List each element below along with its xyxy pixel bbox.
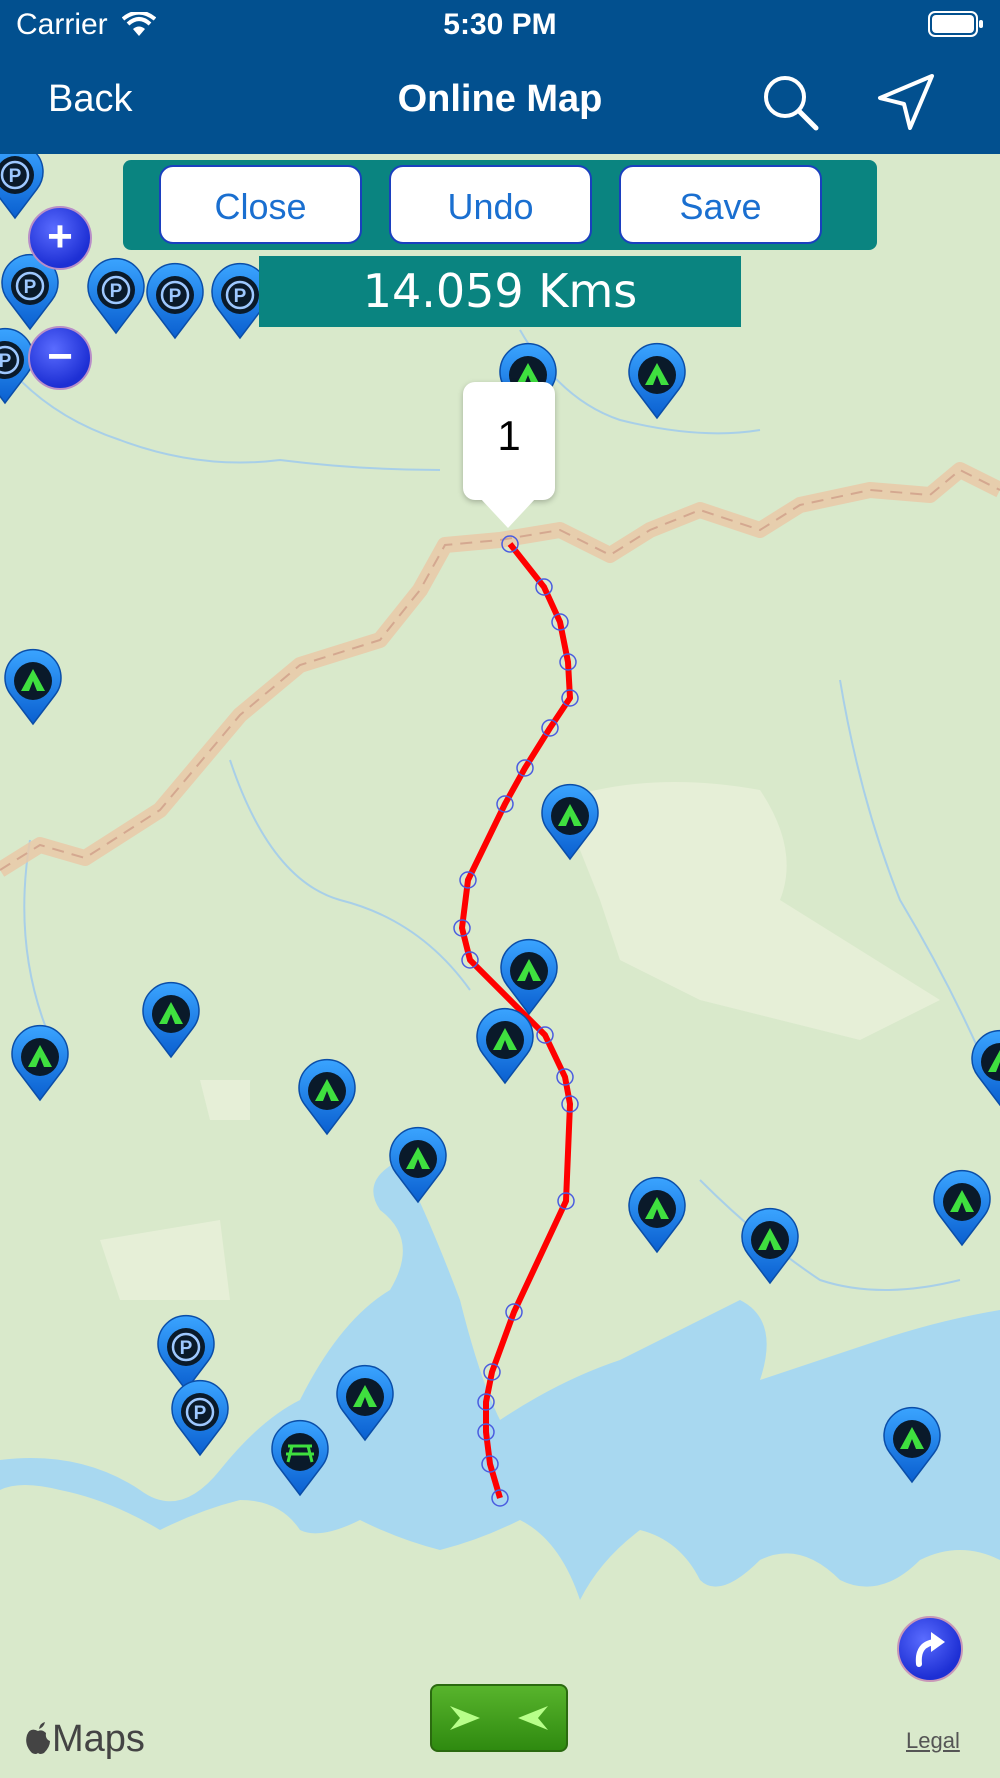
parking-icon: P — [169, 286, 182, 307]
status-time: 5:30 PM — [443, 8, 557, 41]
close-button[interactable]: Close — [159, 165, 362, 244]
panel-toggle-button[interactable] — [430, 1684, 568, 1752]
maps-label: Maps — [52, 1718, 145, 1760]
parking-icon: P — [180, 1338, 193, 1359]
zoom-in-button[interactable]: + — [28, 206, 92, 270]
maps-logo: Maps — [24, 1718, 145, 1761]
callout-pointer — [480, 498, 536, 528]
status-bar: Carrier 5:30 PM — [0, 0, 1000, 50]
curved-arrow-icon — [915, 1632, 945, 1667]
minus-icon: − — [47, 332, 73, 381]
search-icon[interactable] — [758, 70, 822, 134]
battery-icon — [928, 11, 983, 37]
parking-icon: P — [0, 351, 12, 372]
waypoint-number: 1 — [497, 412, 521, 459]
parking-icon: P — [234, 286, 247, 307]
undo-button[interactable]: Undo — [389, 165, 592, 244]
waypoint-callout[interactable]: 1 — [463, 382, 555, 500]
navigation-bar: Back Online Map — [0, 50, 1000, 154]
collapse-arrows-icon — [450, 1706, 548, 1730]
legal-link[interactable]: Legal — [906, 1728, 960, 1754]
distance-label: 14.059 Kms — [259, 256, 741, 327]
zoom-out-button[interactable]: − — [28, 326, 92, 390]
parking-icon: P — [110, 281, 123, 302]
save-button[interactable]: Save — [619, 165, 822, 244]
redo-route-button[interactable] — [897, 1616, 963, 1682]
parking-icon: P — [24, 277, 37, 298]
location-arrow-icon[interactable] — [874, 70, 938, 134]
plus-icon: + — [47, 212, 73, 261]
parking-icon: P — [194, 1403, 207, 1424]
edit-toolbar: Close Undo Save — [123, 160, 877, 250]
page-title: Online Map — [397, 78, 603, 120]
parking-icon: P — [9, 166, 22, 187]
apple-icon — [26, 1722, 50, 1754]
